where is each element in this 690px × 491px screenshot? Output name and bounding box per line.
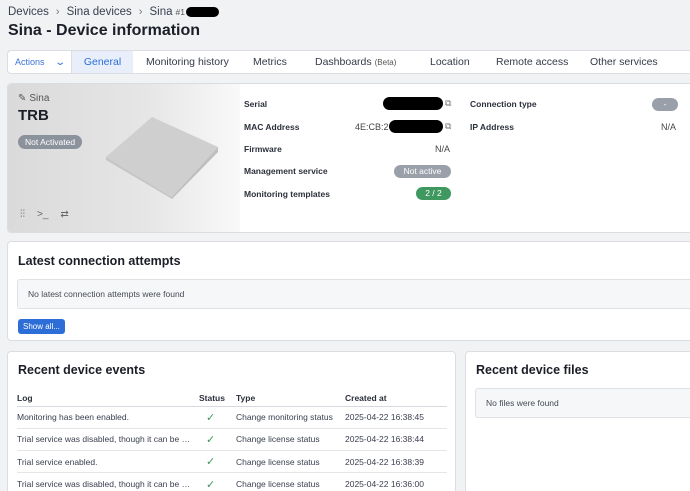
ip-label: IP Address (470, 122, 514, 132)
connection-type-badge: - (652, 98, 678, 111)
tab-label: Dashboards (315, 56, 372, 68)
actions-label: Actions (15, 57, 45, 67)
redaction-mark (383, 97, 443, 110)
log-cell: Trial service was disabled, though it ca… (17, 472, 199, 491)
checkmark-icon: ✓ (199, 406, 236, 429)
edit-icon[interactable]: ✎ (18, 93, 26, 104)
date-cell: 2025-04-22 16:38:44 (345, 428, 447, 452)
tab-label: Location (430, 56, 470, 68)
chevron-right-icon: › (138, 6, 143, 18)
tab-location[interactable]: Location (430, 51, 496, 73)
tab-monitoring-history[interactable]: Monitoring history (133, 51, 253, 73)
device-events-card: Recent device events Log Status Type Cre… (7, 351, 456, 491)
empty-state: No latest connection attempts were found (17, 279, 690, 309)
page-title: Sina - Device information (8, 22, 201, 39)
date-cell: 2025-04-22 16:38:39 (345, 450, 447, 474)
type-cell: Change monitoring status (236, 406, 345, 429)
column-header[interactable]: Type (236, 390, 345, 407)
device-image (106, 117, 218, 199)
breadcrumb-sina-devices[interactable]: Sina devices (67, 6, 132, 18)
log-cell: Monitoring has been enabled. (17, 406, 199, 429)
management-label: Management service (244, 166, 328, 176)
activation-badge: Not Activated (18, 135, 83, 149)
device-files-card: Recent device files No files were found (465, 351, 690, 491)
table-row: Trial service was disabled, though it ca… (17, 472, 447, 491)
chevron-down-icon: ⌄ (53, 56, 66, 68)
templates-label: Monitoring templates (244, 189, 330, 199)
events-table: Log Status Type Created at Monitoring ha… (17, 390, 447, 491)
tab-general[interactable]: General (72, 51, 133, 73)
redaction-mark (185, 7, 219, 17)
device-info-card: ✎ Sina TRB Not Activated ⫶⫶ >_ ⇄ Serial … (7, 83, 690, 233)
beta-label: (Beta) (374, 57, 397, 67)
type-cell: Change license status (236, 428, 345, 452)
device-model: TRB (18, 107, 49, 124)
device-name: Sina (29, 93, 50, 104)
date-cell: 2025-04-22 16:36:00 (345, 472, 447, 491)
breadcrumb-devices[interactable]: Devices (8, 6, 49, 18)
breadcrumb-current: Sina (149, 6, 173, 18)
section-title: Recent device events (18, 363, 146, 377)
section-title: Recent device files (476, 363, 589, 377)
type-cell: Change license status (236, 450, 345, 474)
breadcrumb-hash: #1 (175, 7, 185, 17)
tab-dashboards[interactable]: Dashboards (Beta) (315, 51, 430, 73)
tab-metrics[interactable]: Metrics (253, 51, 315, 73)
firmware-value: N/A (435, 144, 451, 154)
tab-bar: Actions ⌄ General Monitoring history Met… (7, 50, 690, 74)
copy-icon[interactable]: ⧉ (445, 98, 451, 109)
table-header: Log Status Type Created at (17, 390, 447, 407)
connection-type-label: Connection type (470, 99, 537, 109)
device-summary-panel: ✎ Sina TRB Not Activated ⫶⫶ >_ ⇄ (8, 84, 240, 232)
checkmark-icon: ✓ (199, 450, 236, 474)
column-header[interactable]: Status (199, 390, 236, 407)
tab-label: General (83, 56, 122, 68)
empty-state: No files were found (475, 388, 690, 418)
section-title: Latest connection attempts (18, 254, 181, 268)
copy-icon[interactable]: ⧉ (445, 121, 451, 132)
table-row: Trial service was disabled, though it ca… (17, 428, 447, 452)
mac-label: MAC Address (244, 122, 300, 132)
refresh-icon[interactable]: ⇄ (60, 209, 68, 220)
checkmark-icon: ✓ (199, 472, 236, 491)
mac-value: 4E:CB:2 (355, 122, 389, 132)
device-quick-actions: ⫶⫶ >_ ⇄ (20, 209, 69, 220)
chevron-right-icon: › (55, 6, 60, 18)
show-all-button[interactable]: Show all... (18, 319, 65, 334)
ip-value: N/A (661, 122, 677, 132)
breadcrumb: Devices › Sina devices › Sina #1 (8, 6, 219, 18)
device-name-row: ✎ Sina (18, 93, 49, 104)
serial-label: Serial (244, 99, 268, 109)
empty-text: No latest connection attempts were found (28, 289, 185, 299)
type-cell: Change license status (236, 472, 345, 491)
table-row: Monitoring has been enabled. ✓ Change mo… (17, 406, 447, 429)
tab-label: Other services (590, 56, 658, 68)
tab-label: Monitoring history (146, 56, 229, 68)
redaction-mark (389, 120, 443, 133)
sliders-icon[interactable]: ⫶⫶ (20, 209, 25, 220)
tab-label: Remote access (496, 56, 569, 68)
templates-badge[interactable]: 2 / 2 (416, 187, 451, 200)
terminal-icon[interactable]: >_ (37, 209, 48, 220)
column-header[interactable]: Created at (345, 390, 447, 407)
connection-attempts-card: Latest connection attempts No latest con… (7, 241, 690, 341)
column-header[interactable]: Log (17, 390, 199, 407)
firmware-label: Firmware (244, 144, 282, 154)
tab-other-services[interactable]: Other services (590, 51, 680, 73)
date-cell: 2025-04-22 16:38:45 (345, 406, 447, 429)
tab-remote-access[interactable]: Remote access (496, 51, 590, 73)
management-status-badge: Not active (394, 165, 451, 178)
actions-dropdown[interactable]: Actions ⌄ (8, 51, 72, 73)
table-row: Trial service enabled. ✓ Change license … (17, 450, 447, 474)
tab-label: Metrics (253, 56, 287, 68)
log-cell: Trial service enabled. (17, 450, 199, 474)
empty-text: No files were found (486, 398, 559, 408)
checkmark-icon: ✓ (199, 428, 236, 452)
log-cell: Trial service was disabled, though it ca… (17, 428, 199, 452)
